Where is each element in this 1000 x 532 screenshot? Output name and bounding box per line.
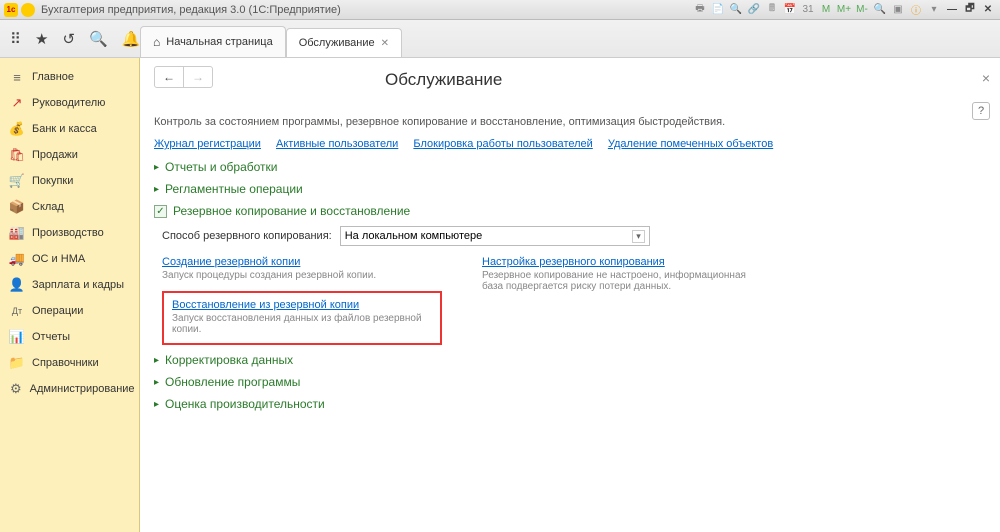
window-title: Бухгалтерия предприятия, редакция 3.0 (1… <box>41 4 692 16</box>
sidebar-item-salary[interactable]: 👤Зарплата и кадры <box>0 272 139 298</box>
link-icon[interactable]: 🔗 <box>746 3 762 17</box>
date-icon[interactable]: 31 <box>800 3 816 17</box>
link-users[interactable]: Активные пользователи <box>276 138 398 150</box>
section-backup[interactable]: ✓ Резервное копирование и восстановление <box>154 204 986 218</box>
calendar-icon[interactable]: 📅 <box>782 3 798 17</box>
minimize-icon[interactable]: — <box>944 3 960 17</box>
nav-back-button[interactable]: ← <box>155 67 184 87</box>
chart-up-icon: ↗ <box>10 96 24 110</box>
calc-icon[interactable]: 🖩 <box>764 3 780 17</box>
tab-start-label: Начальная страница <box>166 36 272 48</box>
sidebar-item-operations[interactable]: ДтОперации <box>0 298 139 324</box>
zoom-mplus-icon[interactable]: M+ <box>836 3 852 17</box>
folder-icon: 📁 <box>10 356 24 370</box>
zoom-icon[interactable]: 🔍 <box>872 3 888 17</box>
nav-buttons: ← → <box>154 66 213 88</box>
dt-icon: Дт <box>10 304 24 318</box>
backup-method-value: На локальном компьютере <box>345 230 483 242</box>
sidebar: ≡Главное ↗Руководителю 💰Банк и касса 🛍Пр… <box>0 58 140 532</box>
section-reports[interactable]: ▸Отчеты и обработки <box>154 160 986 174</box>
cart-icon: 🛒 <box>10 174 24 188</box>
section-regops[interactable]: ▸Регламентные операции <box>154 182 986 196</box>
sidebar-item-assets[interactable]: 🚚ОС и НМА <box>0 246 139 272</box>
star-icon[interactable]: ★ <box>35 30 48 48</box>
sidebar-item-reports[interactable]: 📊Отчеты <box>0 324 139 350</box>
bars-icon: 📊 <box>10 330 24 344</box>
link-lock[interactable]: Блокировка работы пользователей <box>413 138 592 150</box>
chevron-right-icon: ▸ <box>154 399 159 410</box>
bell-icon[interactable]: 🔔 <box>122 30 141 48</box>
link-log[interactable]: Журнал регистрации <box>154 138 261 150</box>
favorites-icon[interactable]: ▣ <box>890 3 906 17</box>
content: ← → Обслуживание × ? Контроль за состоян… <box>140 58 1000 532</box>
section-update[interactable]: ▸Обновление программы <box>154 375 986 389</box>
nav-forward-button[interactable]: → <box>184 67 212 87</box>
help-icon[interactable]: ▾ <box>926 3 942 17</box>
preview-icon[interactable]: 📄 <box>710 3 726 17</box>
link-config-backup[interactable]: Настройка резервного копирования <box>482 256 665 268</box>
tab-service[interactable]: Обслуживание ✕ <box>286 28 402 57</box>
app-menu-icon[interactable] <box>21 3 35 17</box>
history-icon[interactable]: ↺ <box>62 30 75 48</box>
print-icon[interactable]: 🖶 <box>692 3 708 17</box>
backup-method-label: Способ резервного копирования: <box>162 230 332 242</box>
page-title: Обслуживание <box>385 70 502 90</box>
create-backup-sub: Запуск процедуры создания резервной копи… <box>162 270 442 281</box>
titlebar-toolbar: 🖶 📄 🔍 🔗 🖩 📅 31 M M+ M- 🔍 ▣ ⓘ ▾ — 🗗 ✕ <box>692 3 996 17</box>
home-icon: ⌂ <box>153 35 160 49</box>
sidebar-item-admin[interactable]: ⚙Администрирование <box>0 376 139 402</box>
link-create-backup[interactable]: Создание резервной копии <box>162 256 300 268</box>
chevron-right-icon: ▸ <box>154 355 159 366</box>
chevron-right-icon: ▸ <box>154 162 159 173</box>
help-button[interactable]: ? <box>972 102 990 120</box>
tabs: ⌂ Начальная страница Обслуживание ✕ <box>140 20 402 57</box>
chevron-down-icon[interactable]: ▾ <box>632 230 645 243</box>
sidebar-item-sales[interactable]: 🛍Продажи <box>0 142 139 168</box>
app-logo-icon: 1c <box>4 3 18 17</box>
window-titlebar: 1c Бухгалтерия предприятия, редакция 3.0… <box>0 0 1000 20</box>
maximize-icon[interactable]: 🗗 <box>962 3 978 17</box>
sidebar-item-warehouse[interactable]: 📦Склад <box>0 194 139 220</box>
sidebar-item-purchases[interactable]: 🛒Покупки <box>0 168 139 194</box>
page-close-icon[interactable]: × <box>982 70 990 86</box>
close-icon[interactable]: ✕ <box>980 3 996 17</box>
top-toolbar: ⠿ ★ ↺ 🔍 🔔 ⌂ Начальная страница Обслужива… <box>0 20 1000 58</box>
sidebar-item-bank[interactable]: 💰Банк и касса <box>0 116 139 142</box>
search-icon[interactable]: 🔍 <box>728 3 744 17</box>
bag-icon: 🛍 <box>10 148 24 162</box>
person-icon: 👤 <box>10 278 24 292</box>
truck-icon: 🚚 <box>10 252 24 266</box>
restore-backup-sub: Запуск восстановления данных из файлов р… <box>172 313 432 335</box>
menu-icon: ≡ <box>10 70 24 84</box>
backup-method-dropdown[interactable]: На локальном компьютере ▾ <box>340 226 650 246</box>
link-delete[interactable]: Удаление помеченных объектов <box>608 138 773 150</box>
box-icon: 📦 <box>10 200 24 214</box>
factory-icon: 🏭 <box>10 226 24 240</box>
section-perf[interactable]: ▸Оценка производительности <box>154 397 986 411</box>
chevron-right-icon: ▸ <box>154 377 159 388</box>
chevron-right-icon: ▸ <box>154 184 159 195</box>
tab-start[interactable]: ⌂ Начальная страница <box>140 26 286 57</box>
page-description: Контроль за состоянием программы, резерв… <box>154 116 986 128</box>
apps-icon[interactable]: ⠿ <box>10 30 21 48</box>
sidebar-item-main[interactable]: ≡Главное <box>0 64 139 90</box>
zoom-m-icon[interactable]: M <box>818 3 834 17</box>
checkbox-icon[interactable]: ✓ <box>154 205 167 218</box>
zoom-mminus-icon[interactable]: M- <box>854 3 870 17</box>
info-icon[interactable]: ⓘ <box>908 3 924 17</box>
tab-service-label: Обслуживание <box>299 37 375 49</box>
money-icon: 💰 <box>10 122 24 136</box>
sidebar-item-production[interactable]: 🏭Производство <box>0 220 139 246</box>
restore-highlight-box: Восстановление из резервной копии Запуск… <box>162 291 442 345</box>
link-restore-backup[interactable]: Восстановление из резервной копии <box>172 299 359 311</box>
top-links: Журнал регистрации Активные пользователи… <box>154 138 986 150</box>
section-correct[interactable]: ▸Корректировка данных <box>154 353 986 367</box>
sidebar-item-refs[interactable]: 📁Справочники <box>0 350 139 376</box>
tab-close-icon[interactable]: ✕ <box>381 38 389 49</box>
sidebar-item-manager[interactable]: ↗Руководителю <box>0 90 139 116</box>
config-backup-sub: Резервное копирование не настроено, инфо… <box>482 270 762 292</box>
gear-icon: ⚙ <box>10 382 22 396</box>
search-toolbar-icon[interactable]: 🔍 <box>89 30 108 48</box>
